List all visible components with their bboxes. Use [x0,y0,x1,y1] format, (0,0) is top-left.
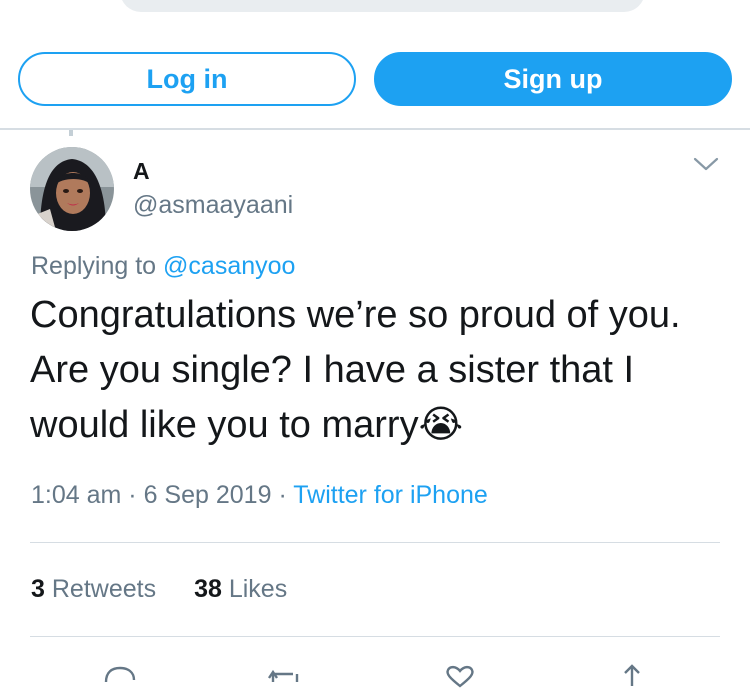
author-name[interactable]: A [133,158,150,185]
thread-line [69,130,73,136]
retweet-label: Retweets [51,575,157,603]
likes-stat[interactable]: 38 Likes [194,575,287,603]
like-label: Likes [228,575,288,603]
retweets-stat[interactable]: 3 Retweets [31,575,156,603]
avatar-image [30,147,114,231]
tweet-stats: 3 Retweets 38 Likes [31,575,287,604]
divider [30,542,720,543]
tweet-time: 1:04 am [31,481,122,509]
reply-mention-link[interactable]: @casanyoo [163,252,295,280]
retweet-icon[interactable] [265,660,305,690]
top-divider [0,128,750,130]
replying-to: Replying to @casanyoo [31,252,295,281]
heart-icon[interactable] [440,660,480,690]
divider [30,636,720,637]
author-handle[interactable]: @asmaayaani [133,191,293,220]
auth-buttons: Log in Sign up [18,52,732,108]
meta-separator: · [278,481,287,509]
tweet-body: Congratulations we’re so proud of you. A… [30,288,710,453]
tweet-date[interactable]: 6 Sep 2019 [144,481,272,509]
login-button[interactable]: Log in [18,52,356,106]
tweet-source-link[interactable]: Twitter for iPhone [293,481,488,509]
avatar[interactable] [30,147,114,231]
tweet-text: Congratulations we’re so proud of you. A… [30,294,681,446]
replying-prefix: Replying to [31,252,157,280]
reply-icon[interactable] [100,660,140,690]
retweet-count: 3 [31,575,45,603]
like-count: 38 [194,575,222,603]
meta-separator: · [128,481,137,509]
chevron-down-icon[interactable] [693,156,719,172]
crying-emoji: 😭 [418,404,463,446]
signup-button[interactable]: Sign up [374,52,732,106]
tweet-meta: 1:04 am · 6 Sep 2019 · Twitter for iPhon… [31,481,488,510]
action-bar [0,660,750,690]
share-icon[interactable] [612,660,652,690]
search-bar[interactable] [120,0,645,12]
